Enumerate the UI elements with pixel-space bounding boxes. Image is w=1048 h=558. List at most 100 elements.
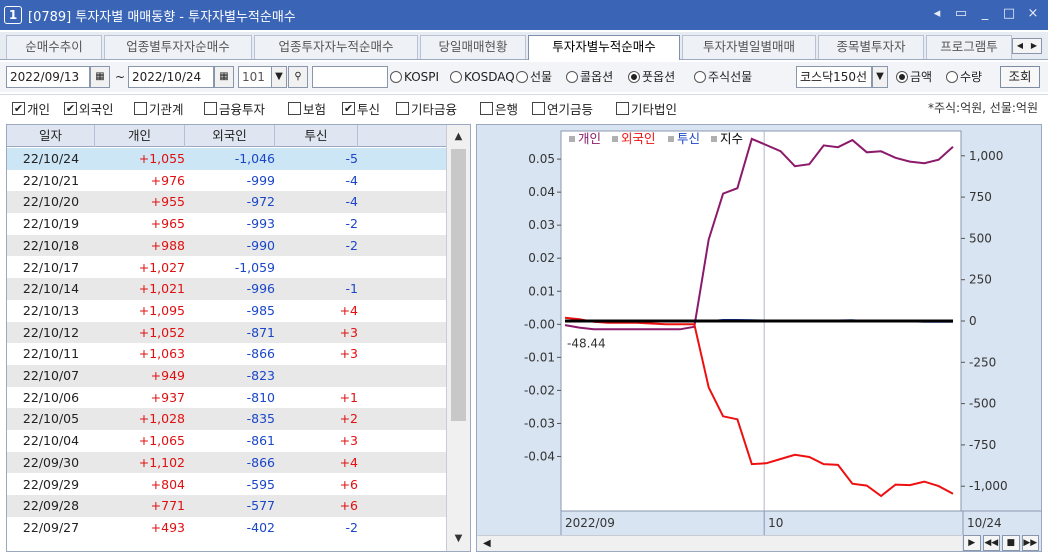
minimize-icon[interactable]: _ [978, 6, 992, 21]
table-row[interactable]: 22/10/24 +1,055 -1,046 -5 [7, 148, 447, 170]
calendar-icon[interactable]: ▦ [214, 66, 234, 88]
radio-call-option[interactable]: 콜옵션 [566, 66, 613, 88]
tab-investor-daily-trading[interactable]: 투자자별일별매매 [682, 35, 816, 59]
checkbox-box[interactable]: ✔ [64, 101, 77, 115]
cell-foreign: -810 [246, 389, 275, 405]
radio-dot[interactable] [694, 71, 706, 83]
table-row[interactable]: 22/10/07 +949 -823 [7, 365, 447, 387]
radio-dot[interactable] [946, 71, 958, 83]
checkbox-institution[interactable]: 기관계 [134, 98, 184, 118]
checkbox-box[interactable] [480, 101, 493, 115]
checkbox-foreign[interactable]: ✔ 외국인 [64, 98, 114, 118]
query-button[interactable]: 조회 [1000, 66, 1040, 88]
tab-program[interactable]: 프로그램투 [926, 35, 1012, 59]
tab-sector-investor-cumulative[interactable]: 업종투자자누적순매수 [254, 35, 418, 59]
play-icon[interactable]: ▶ [963, 535, 981, 551]
start-date-input[interactable]: 2022/09/13 [6, 66, 90, 88]
radio-kosdaq[interactable]: KOSDAQ [450, 66, 515, 88]
fast-forward-icon[interactable]: ▶▶ [1021, 535, 1039, 551]
calendar-icon[interactable]: ▦ [90, 66, 110, 88]
table-row[interactable]: 22/10/06 +937 -810 +1 [7, 387, 447, 409]
tab-sector-investor-net-buy[interactable]: 업종별투자자순매수 [104, 35, 252, 59]
cell-foreign: -993 [246, 216, 275, 232]
radio-dot[interactable] [450, 71, 462, 83]
table-row[interactable]: 22/10/20 +955 -972 -4 [7, 191, 447, 214]
tab-daily-trading-status[interactable]: 당일매매현황 [420, 35, 526, 59]
table-row[interactable]: 22/10/21 +976 -999 -4 [7, 170, 447, 192]
screen-icon[interactable]: ▭ [954, 6, 968, 21]
table-row[interactable]: 22/10/12 +1,052 -871 +3 [7, 321, 447, 344]
table-row[interactable]: 22/10/11 +1,063 -866 +3 [7, 343, 447, 365]
checkbox-pension[interactable]: 연기금등 [532, 98, 593, 118]
tab-stock-investor[interactable]: 종목별투자자 [818, 35, 924, 59]
checkbox-box[interactable]: ✔ [12, 101, 25, 115]
radio-put-option[interactable]: 풋옵션 [628, 66, 675, 88]
chart-scrollbar[interactable]: ◀ [477, 535, 962, 551]
table-row[interactable]: 22/09/30 +1,102 -866 +4 [7, 451, 447, 474]
tab-scroll-arrows[interactable]: ◀ ▶ [1012, 38, 1042, 54]
column-header-foreign[interactable]: 외국인 [185, 125, 275, 147]
radio-amount[interactable]: 금액 [896, 66, 932, 88]
checkbox-box[interactable] [532, 101, 545, 115]
table-row[interactable]: 22/10/19 +965 -993 -2 [7, 213, 447, 235]
table-row[interactable]: 22/10/05 +1,028 -835 +2 [7, 408, 447, 431]
radio-dot[interactable] [896, 71, 908, 83]
checkbox-box[interactable]: ✔ [342, 101, 355, 115]
table-row[interactable]: 22/10/14 +1,021 -996 -1 [7, 278, 447, 300]
checkbox-investment-trust[interactable]: ✔ 투신 [342, 98, 380, 118]
checkbox-box[interactable] [204, 101, 217, 115]
scroll-left-icon[interactable]: ◀ [483, 536, 491, 551]
radio-stock-futures[interactable]: 주식선물 [694, 66, 752, 88]
tab-left-icon[interactable]: ◀ [1013, 39, 1027, 53]
maximize-icon[interactable]: □ [1002, 6, 1016, 21]
scroll-up-icon[interactable]: ▲ [447, 127, 470, 147]
checkbox-box[interactable] [396, 101, 409, 115]
radio-quantity[interactable]: 수량 [946, 66, 982, 88]
radio-dot[interactable] [628, 71, 640, 83]
checkbox-box[interactable] [288, 101, 301, 115]
scroll-thumb[interactable] [451, 149, 466, 421]
radio-dot[interactable] [516, 71, 528, 83]
chevron-down-icon[interactable]: ▼ [271, 66, 287, 88]
table-scrollbar[interactable]: ▲ ▼ [446, 125, 470, 551]
column-header-trust[interactable]: 투신 [275, 125, 358, 147]
chevron-down-icon[interactable]: ▼ [872, 66, 888, 88]
rewind-icon[interactable]: ◀◀ [982, 535, 1000, 551]
column-header-individual[interactable]: 개인 [95, 125, 185, 147]
code-input[interactable] [312, 66, 388, 88]
table-row[interactable]: 22/09/27 +493 -402 -2 [7, 517, 447, 539]
table-row[interactable]: 22/09/28 +771 -577 +6 [7, 495, 447, 517]
checkbox-bank[interactable]: 은행 [480, 98, 518, 118]
checkbox-other-finance[interactable]: 기타금융 [396, 98, 457, 118]
tab-net-buy-trend[interactable]: 순매수추이 [6, 35, 102, 59]
table-row[interactable]: 22/10/13 +1,095 -985 +4 [7, 300, 447, 322]
table-row[interactable]: 22/09/29 +804 -595 +6 [7, 474, 447, 496]
window-title: [0789] 투자자별 매매동향 - 투자자별누적순매수 [28, 9, 296, 25]
table-row[interactable]: 22/10/17 +1,027 -1,059 [7, 257, 447, 279]
tab-right-icon[interactable]: ▶ [1027, 39, 1041, 53]
radio-dot[interactable] [390, 71, 402, 83]
checkbox-individual[interactable]: ✔ 개인 [12, 98, 50, 118]
checkbox-other-corporation[interactable]: 기타법인 [616, 98, 677, 118]
close-icon[interactable]: × [1026, 6, 1040, 21]
column-header-date[interactable]: 일자 [7, 125, 95, 147]
checkbox-box[interactable] [134, 101, 147, 115]
checkbox-financial-investment[interactable]: 금융투자 [204, 98, 265, 118]
radio-dot[interactable] [566, 71, 578, 83]
x-tick-label: 10 [768, 516, 783, 530]
count-input[interactable]: 101 [238, 66, 272, 88]
checkbox-insurance[interactable]: 보험 [288, 98, 326, 118]
search-icon[interactable]: ⚲ [288, 66, 308, 88]
table-row[interactable]: 22/10/18 +988 -990 -2 [7, 234, 447, 257]
radio-kospi[interactable]: KOSPI [390, 66, 439, 88]
table-row[interactable]: 22/10/04 +1,065 -861 +3 [7, 430, 447, 452]
scroll-down-icon[interactable]: ▼ [447, 529, 470, 549]
index-select[interactable]: 코스닥150선 [796, 66, 872, 88]
cell-trust: +2 [339, 411, 358, 427]
tab-investor-cumulative-net-buy[interactable]: 투자자별누적순매수 [528, 35, 680, 60]
radio-futures[interactable]: 선물 [516, 66, 552, 88]
collapse-icon[interactable]: ◂ [930, 6, 944, 21]
end-date-input[interactable]: 2022/10/24 [128, 66, 214, 88]
checkbox-box[interactable] [616, 101, 629, 115]
stop-icon[interactable]: ■ [1002, 535, 1020, 551]
